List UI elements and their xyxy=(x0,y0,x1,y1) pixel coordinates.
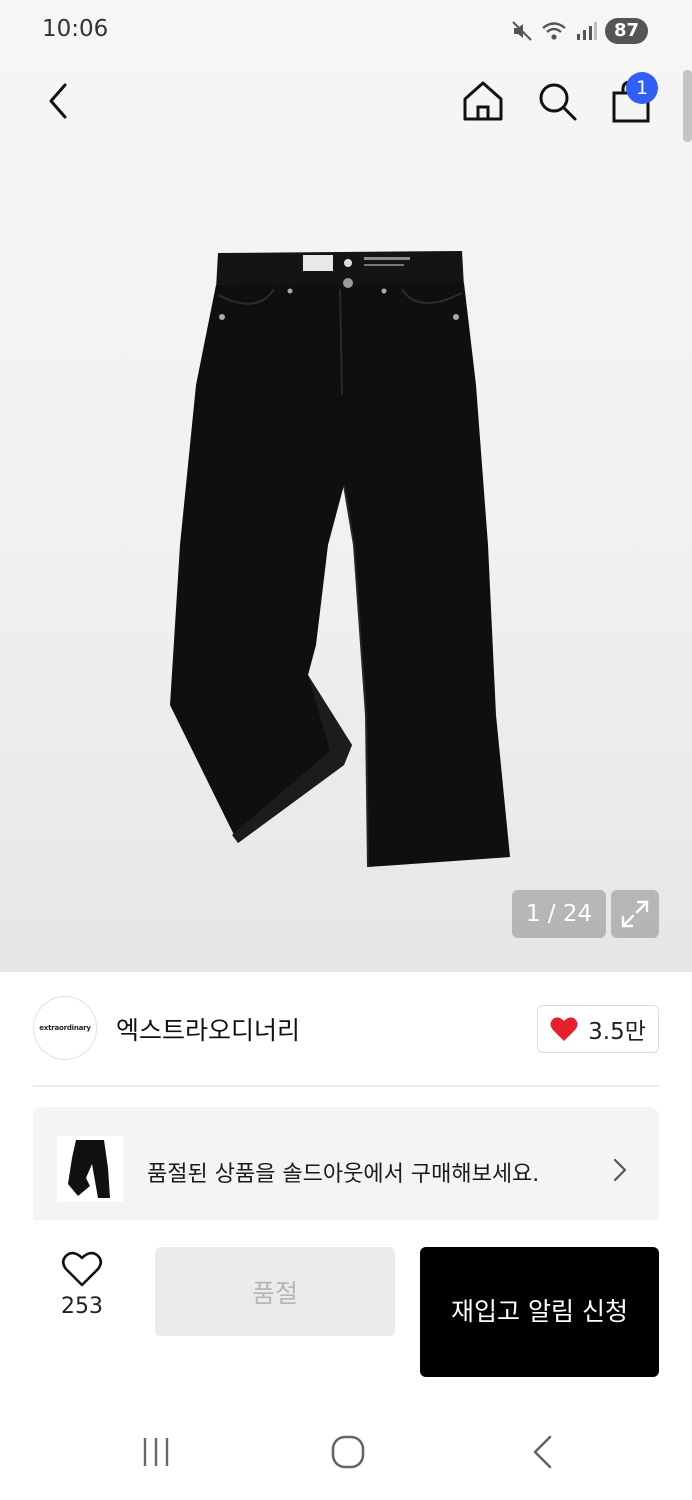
search-button[interactable] xyxy=(532,76,582,126)
status-bar: 10:06 87 xyxy=(0,0,692,62)
heart-outline-icon xyxy=(61,1251,103,1287)
restock-alert-button[interactable]: 재입고 알림 신청 xyxy=(420,1247,659,1377)
image-counter: 1 / 24 xyxy=(512,890,606,938)
home-system-button[interactable] xyxy=(323,1430,373,1474)
home-circle-icon xyxy=(331,1435,365,1469)
mute-icon xyxy=(512,21,532,41)
fullscreen-button[interactable] xyxy=(611,890,659,938)
signal-icon xyxy=(576,22,597,40)
banner-thumbnail xyxy=(57,1136,123,1202)
divider xyxy=(33,1085,659,1087)
brand-like-count: 3.5만 xyxy=(588,1019,646,1045)
brand-like-button[interactable]: 3.5만 xyxy=(537,1005,659,1053)
back-button[interactable] xyxy=(34,76,84,126)
soldout-banner-text: 품절된 상품을 솔드아웃에서 구매해보세요. xyxy=(147,1162,540,1187)
product-image xyxy=(170,251,510,868)
home-icon xyxy=(463,81,503,121)
soldout-banner[interactable]: 품절된 상품을 솔드아웃에서 구매해보세요. xyxy=(33,1107,659,1233)
wishlist-button[interactable]: 253 xyxy=(50,1250,114,1336)
home-button[interactable] xyxy=(458,76,508,126)
recent-apps-button[interactable] xyxy=(131,1430,181,1474)
search-icon xyxy=(539,83,577,121)
brand-logo-text: extraordinary xyxy=(39,1024,91,1032)
product-detail-screen: 10:06 87 1 1 / 24 extraordinary 엑스트라오디너리… xyxy=(0,0,692,1500)
status-icons: 87 xyxy=(511,16,648,46)
product-image-gallery[interactable] xyxy=(0,0,692,972)
chevron-right-icon xyxy=(613,1158,627,1182)
battery-indicator: 87 xyxy=(604,18,648,44)
brand-logo[interactable]: extraordinary xyxy=(33,996,97,1060)
pants-thumbnail-image xyxy=(68,1140,110,1198)
brand-name[interactable]: 엑스트라오디너리 xyxy=(116,1011,300,1047)
expand-icon xyxy=(621,900,649,928)
status-time: 10:06 xyxy=(42,16,109,42)
soldout-button[interactable]: 품절 xyxy=(155,1247,395,1336)
scrollbar[interactable] xyxy=(683,70,692,142)
back-icon xyxy=(49,83,67,119)
back-system-button[interactable] xyxy=(518,1430,568,1474)
recent-apps-icon xyxy=(143,1438,169,1466)
heart-filled-icon xyxy=(550,1017,578,1041)
wifi-icon xyxy=(542,22,566,40)
wishlist-count: 253 xyxy=(61,1294,103,1319)
cart-count-badge: 1 xyxy=(626,72,658,104)
system-back-icon xyxy=(533,1435,552,1469)
